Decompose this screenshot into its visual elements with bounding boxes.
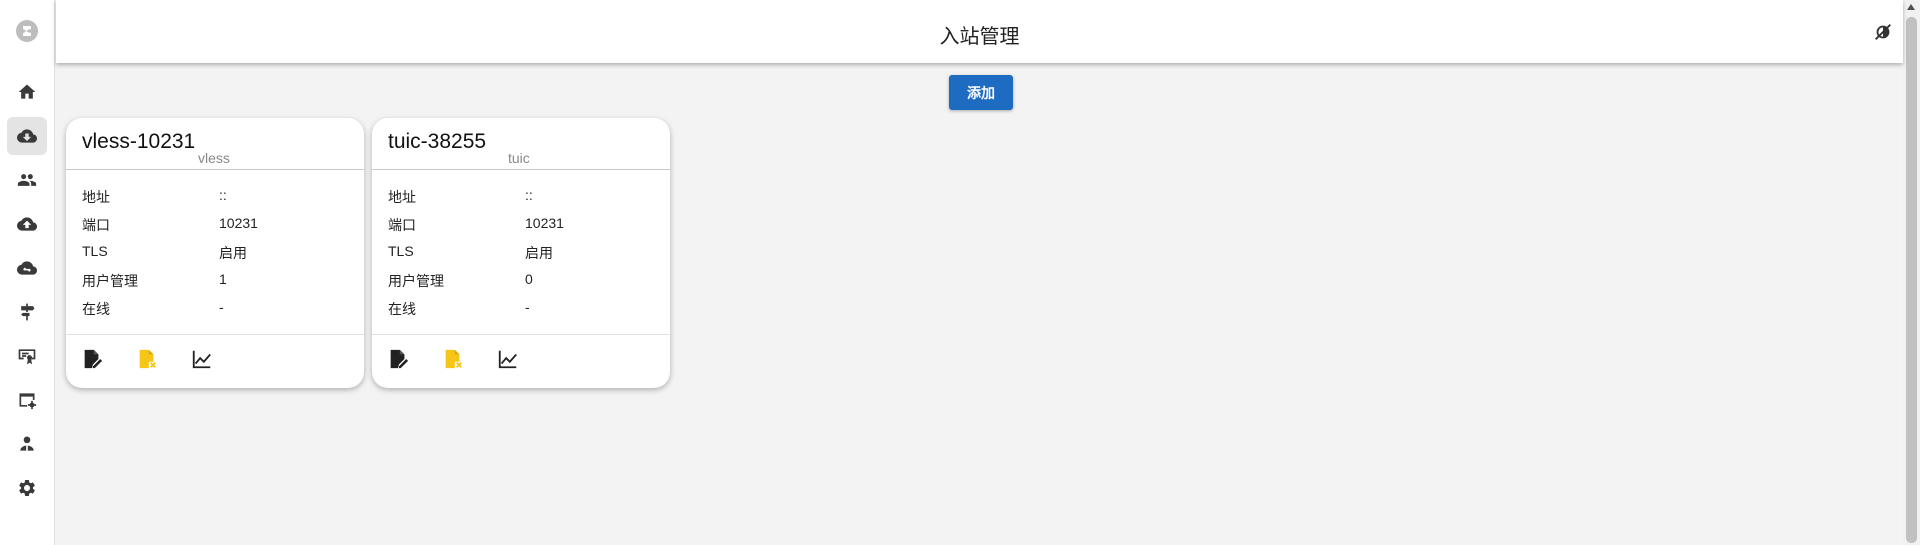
info-label: 用户管理 bbox=[82, 273, 138, 289]
people-icon bbox=[17, 174, 37, 186]
scrollbar-thumb[interactable] bbox=[1906, 17, 1917, 543]
scroll-up-arrow-icon[interactable] bbox=[1907, 4, 1915, 10]
sidebar bbox=[0, 0, 55, 545]
cloud-sync-icon bbox=[17, 261, 37, 275]
info-label: 在线 bbox=[82, 301, 110, 317]
card-actions bbox=[66, 346, 364, 376]
info-row-online: 在线 - bbox=[82, 299, 354, 323]
info-label: TLS bbox=[82, 243, 108, 259]
info-value: 启用 bbox=[525, 245, 553, 261]
web-settings-icon bbox=[19, 393, 37, 410]
delete-file-icon bbox=[139, 349, 156, 369]
sidebar-item-inbounds[interactable] bbox=[7, 117, 47, 155]
gear-icon bbox=[19, 480, 35, 496]
delete-button[interactable] bbox=[440, 346, 466, 372]
certificate-icon bbox=[18, 349, 36, 365]
delete-button[interactable] bbox=[134, 346, 160, 372]
stats-chart-icon bbox=[498, 350, 517, 369]
vertical-scrollbar[interactable] bbox=[1903, 0, 1920, 545]
page-title: 入站管理 bbox=[939, 26, 1020, 48]
delete-file-icon bbox=[445, 349, 462, 369]
theme-toggle-button[interactable] bbox=[1871, 20, 1895, 44]
info-value: :: bbox=[219, 187, 227, 203]
info-label: 端口 bbox=[82, 217, 110, 233]
info-value: 10231 bbox=[219, 215, 258, 231]
edit-icon bbox=[390, 349, 409, 369]
info-row-address: 地址 :: bbox=[388, 187, 660, 211]
card-title: tuic-38255 bbox=[388, 130, 487, 153]
cloud-download-icon bbox=[17, 129, 37, 143]
info-row-online: 在线 - bbox=[388, 299, 660, 323]
info-label: 用户管理 bbox=[388, 273, 444, 289]
info-value: :: bbox=[525, 187, 533, 203]
info-row-users: 用户管理 0 bbox=[388, 271, 660, 295]
info-row-port: 端口 10231 bbox=[82, 215, 354, 239]
sidebar-item-tls[interactable] bbox=[7, 337, 47, 375]
info-row-users: 用户管理 1 bbox=[82, 271, 354, 295]
edit-button[interactable] bbox=[385, 346, 411, 372]
edit-button[interactable] bbox=[79, 346, 105, 372]
info-value: - bbox=[525, 299, 530, 315]
inbound-card: vless-10231 vless 地址 :: 端口 10231 TLS 启用 … bbox=[66, 118, 364, 388]
info-label: TLS bbox=[388, 243, 414, 259]
info-value: 10231 bbox=[525, 215, 564, 231]
admin-user-icon bbox=[20, 436, 34, 451]
sidebar-item-users[interactable] bbox=[7, 161, 47, 199]
card-divider bbox=[66, 169, 364, 170]
singbox-logo-icon[interactable] bbox=[14, 18, 40, 44]
sidebar-item-rules[interactable] bbox=[7, 293, 47, 331]
sidebar-item-outbounds[interactable] bbox=[7, 205, 47, 243]
card-protocol: tuic bbox=[508, 150, 530, 166]
info-row-tls: TLS 启用 bbox=[388, 243, 660, 267]
add-inbound-button[interactable]: 添加 bbox=[949, 75, 1013, 110]
stats-button[interactable] bbox=[189, 346, 215, 372]
sidebar-item-endpoints[interactable] bbox=[7, 249, 47, 287]
stats-button[interactable] bbox=[495, 346, 521, 372]
info-row-address: 地址 :: bbox=[82, 187, 354, 211]
info-row-tls: TLS 启用 bbox=[82, 243, 354, 267]
info-label: 地址 bbox=[82, 189, 110, 205]
edit-icon bbox=[84, 349, 103, 369]
card-divider bbox=[372, 169, 670, 170]
home-icon bbox=[18, 84, 36, 99]
top-app-bar: 入站管理 bbox=[56, 0, 1903, 63]
stats-chart-icon bbox=[192, 350, 211, 369]
cloud-upload-icon bbox=[17, 217, 37, 231]
info-label: 地址 bbox=[388, 189, 416, 205]
info-label: 端口 bbox=[388, 217, 416, 233]
info-row-port: 端口 10231 bbox=[388, 215, 660, 239]
card-protocol: vless bbox=[198, 150, 230, 166]
card-actions-divider bbox=[372, 334, 670, 335]
theme-toggle-icon bbox=[1875, 24, 1891, 40]
sidebar-item-services[interactable] bbox=[7, 381, 47, 419]
sidebar-item-settings[interactable] bbox=[7, 469, 47, 507]
info-label: 在线 bbox=[388, 301, 416, 317]
card-actions-divider bbox=[66, 334, 364, 335]
info-value: - bbox=[219, 299, 224, 315]
info-value: 启用 bbox=[219, 245, 247, 261]
sidebar-item-admins[interactable] bbox=[7, 425, 47, 463]
card-actions bbox=[372, 346, 670, 376]
inbound-card: tuic-38255 tuic 地址 :: 端口 10231 TLS 启用 用户… bbox=[372, 118, 670, 388]
info-value: 0 bbox=[525, 271, 533, 287]
info-value: 1 bbox=[219, 271, 227, 287]
card-title: vless-10231 bbox=[82, 130, 196, 153]
signpost-icon bbox=[21, 303, 35, 321]
sidebar-item-home[interactable] bbox=[7, 73, 47, 111]
